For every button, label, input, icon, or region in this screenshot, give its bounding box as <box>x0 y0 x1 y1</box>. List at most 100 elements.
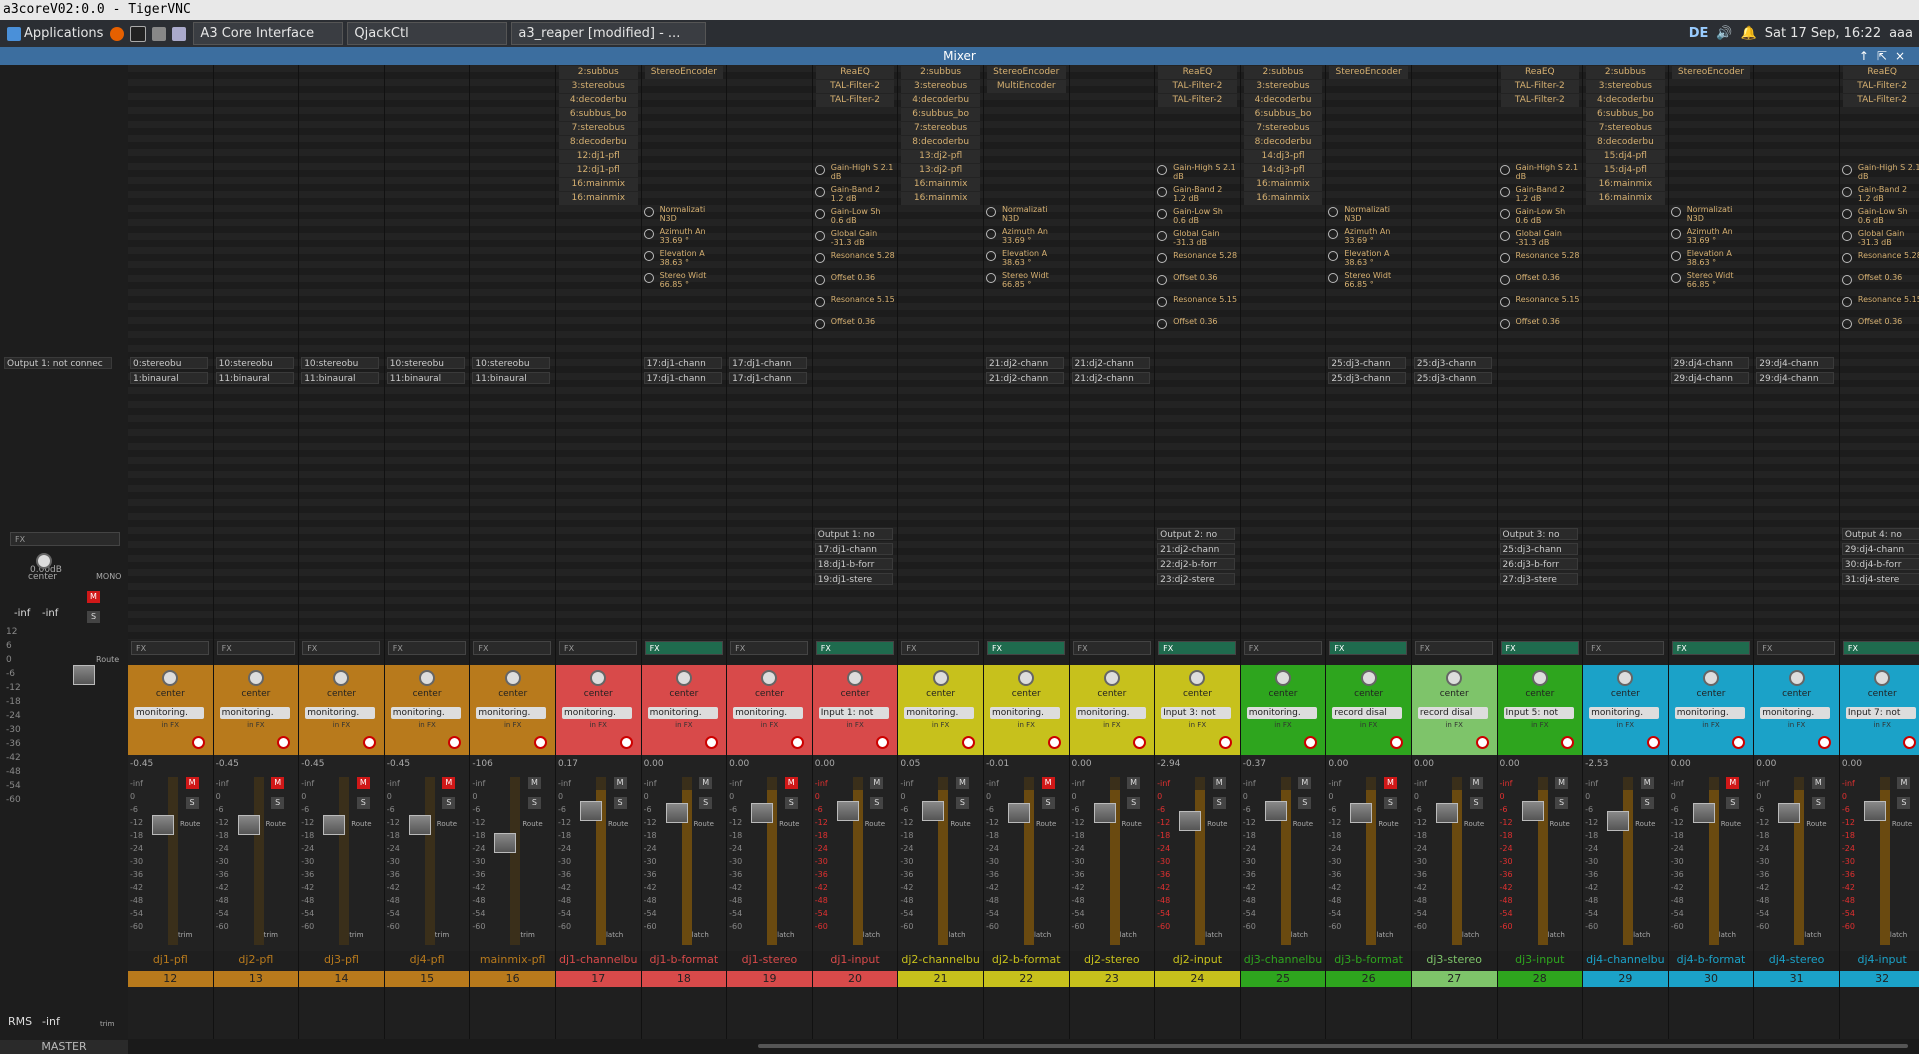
plugin-slot[interactable]: TAL-Filter-2 <box>1842 94 1919 107</box>
pan-knob[interactable] <box>1702 670 1719 686</box>
plugin-param[interactable]: Offset 0.36 <box>1499 273 1580 285</box>
io-port[interactable]: 10:stereobu <box>215 357 294 369</box>
automation-mode[interactable]: latch <box>606 931 623 939</box>
plugin-slot[interactable]: TAL-Filter-2 <box>1158 94 1237 107</box>
route-button[interactable]: Route <box>1207 820 1227 828</box>
io-port[interactable]: 26:dj3-b-forr <box>1499 558 1578 570</box>
automation-mode[interactable]: trim <box>435 931 449 939</box>
pan-knob[interactable] <box>1446 670 1463 686</box>
plugin-slot[interactable]: TAL-Filter-2 <box>1500 80 1580 93</box>
record-arm-button[interactable] <box>1218 736 1232 749</box>
solo-button[interactable]: S <box>442 797 456 809</box>
plugin-slot[interactable]: StereoEncoder <box>1329 66 1408 79</box>
route-button[interactable]: Route <box>1892 820 1912 828</box>
mute-button[interactable]: M <box>955 777 969 789</box>
strip-name[interactable]: dj1-input <box>813 951 898 969</box>
volume-fader[interactable] <box>237 815 260 835</box>
strip-number[interactable]: 14 <box>299 971 384 987</box>
input-selector[interactable]: monitoring. <box>989 707 1060 719</box>
plugin-param[interactable]: Global Gain -31.3 dB <box>1499 229 1580 247</box>
plugin-param[interactable]: Resonance 5.15 <box>1499 295 1580 307</box>
record-arm-button[interactable] <box>1732 736 1746 749</box>
io-port[interactable]: 11:binaural <box>215 372 294 384</box>
pan-knob[interactable] <box>504 670 521 686</box>
strip-name[interactable]: dj2-pfl <box>214 951 299 969</box>
plugin-param[interactable]: Elevation A 38.63 ° <box>1670 249 1751 267</box>
io-port[interactable]: 29:dj4-chann <box>1670 372 1749 384</box>
plugin-slot[interactable]: 16:mainmix <box>1586 178 1665 191</box>
strip-name[interactable]: dj4-channelbu <box>1583 951 1668 969</box>
mute-button[interactable]: M <box>699 777 713 789</box>
fx-button[interactable]: FX <box>986 641 1065 655</box>
io-port[interactable]: 17:dj1-chann <box>643 372 722 384</box>
fx-button[interactable]: FX <box>131 641 209 655</box>
automation-mode[interactable]: trim <box>349 931 363 939</box>
record-arm-button[interactable] <box>533 736 547 749</box>
plugin-param[interactable]: Normalizati N3D <box>1670 205 1751 223</box>
plugin-param[interactable]: Global Gain -31.3 dB <box>814 229 895 247</box>
route-button[interactable]: Route <box>608 820 628 828</box>
pan-knob[interactable] <box>1018 670 1035 686</box>
fx-button[interactable]: FX <box>1586 641 1665 655</box>
plugin-slot[interactable]: StereoEncoder <box>986 66 1066 79</box>
io-port[interactable]: 10:stereobu <box>301 357 380 369</box>
solo-button[interactable]: S <box>271 797 285 809</box>
strip-name[interactable]: dj1-pfl <box>128 951 213 969</box>
automation-mode[interactable]: latch <box>1548 931 1565 939</box>
strip-number[interactable]: 21 <box>898 971 983 987</box>
route-button[interactable]: Route <box>437 820 457 828</box>
mute-button[interactable]: M <box>1897 777 1911 789</box>
record-arm-button[interactable] <box>191 736 205 749</box>
strip-name[interactable]: dj3-pfl <box>299 951 384 969</box>
solo-button[interactable]: S <box>1555 797 1569 809</box>
strip-number[interactable]: 15 <box>384 971 470 987</box>
pan-knob[interactable] <box>162 670 179 686</box>
route-button[interactable]: Route <box>180 820 200 828</box>
fx-button[interactable]: FX <box>216 641 295 655</box>
pan-knob[interactable] <box>1189 670 1206 686</box>
pan-knob[interactable] <box>675 670 692 686</box>
io-port[interactable]: 17:dj1-chann <box>729 372 808 384</box>
applications-menu[interactable]: Applications <box>0 20 107 47</box>
io-port[interactable]: 25:dj3-chann <box>1328 357 1407 369</box>
plugin-slot[interactable]: 15:dj4-pfl <box>1586 164 1665 177</box>
solo-button[interactable]: S <box>527 797 541 809</box>
mute-button[interactable]: M <box>271 777 285 789</box>
plugin-param[interactable]: Azimuth An 33.69 ° <box>1328 227 1408 245</box>
route-button[interactable]: Route <box>522 820 542 828</box>
plugin-slot[interactable]: 3:stereobus <box>1586 80 1665 93</box>
plugin-slot[interactable]: 4:decoderbu <box>558 94 638 107</box>
route-button[interactable]: Route <box>1806 820 1826 828</box>
plugin-slot[interactable]: StereoEncoder <box>644 66 724 79</box>
volume-fader[interactable] <box>579 801 602 821</box>
plugin-param[interactable]: Normalizati N3D <box>1328 205 1408 223</box>
route-button[interactable]: Route <box>779 820 799 828</box>
user-label[interactable]: aaa <box>1889 26 1913 41</box>
volume-fader[interactable] <box>665 803 688 823</box>
plugin-slot[interactable]: 3:stereobus <box>558 80 638 93</box>
pan-knob[interactable] <box>1103 670 1120 686</box>
plugin-param[interactable]: Stereo Widt 66.85 ° <box>985 271 1066 289</box>
master-pan-knob[interactable] <box>36 553 52 569</box>
strip-name[interactable]: dj4-stereo <box>1754 951 1839 969</box>
solo-button[interactable]: S <box>1298 797 1312 809</box>
route-button[interactable]: Route <box>694 820 714 828</box>
plugin-param[interactable]: Gain-Low Sh 0.6 dB <box>1841 207 1919 225</box>
plugin-slot[interactable]: 6:subbus_bo <box>558 108 638 121</box>
plugin-param[interactable]: Gain-Low Sh 0.6 dB <box>1499 207 1580 225</box>
record-arm-button[interactable] <box>1133 736 1147 749</box>
io-port[interactable]: 10:stereobu <box>386 357 465 369</box>
volume-fader[interactable] <box>1007 803 1030 823</box>
io-port[interactable]: 21:dj2-chann <box>1071 357 1150 369</box>
plugin-param[interactable]: Global Gain -31.3 dB <box>1157 229 1237 247</box>
plugin-slot[interactable]: TAL-Filter-2 <box>1158 80 1237 93</box>
plugin-slot[interactable]: 2:subbus <box>901 66 980 79</box>
io-port[interactable]: 27:dj3-stere <box>1499 573 1578 585</box>
io-port[interactable]: 25:dj3-chann <box>1328 372 1407 384</box>
record-arm-button[interactable] <box>1304 736 1318 749</box>
pan-knob[interactable] <box>247 670 264 686</box>
mute-button[interactable]: M <box>356 777 370 789</box>
master-fx-button[interactable]: FX <box>10 532 120 546</box>
io-port[interactable]: Output 1: no <box>814 528 893 540</box>
strip-number[interactable]: 13 <box>213 971 299 987</box>
